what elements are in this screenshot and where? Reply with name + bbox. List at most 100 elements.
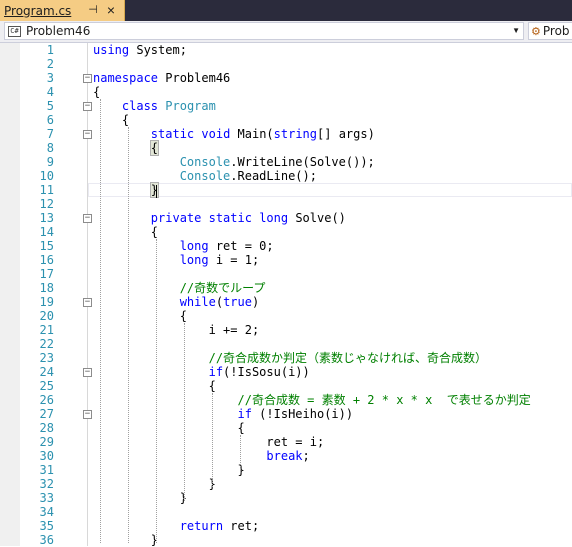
line-number: 21 bbox=[39, 323, 54, 337]
code-line[interactable]: 18 //奇数でループ bbox=[0, 281, 572, 295]
code-line[interactable]: 25 { bbox=[0, 379, 572, 393]
collapse-icon[interactable]: − bbox=[83, 130, 92, 139]
code-line[interactable]: 24 − if(!IsSosu(i)) bbox=[0, 365, 572, 379]
code-text[interactable]: { bbox=[93, 140, 160, 156]
collapse-icon[interactable]: − bbox=[83, 214, 92, 223]
collapse-icon[interactable]: − bbox=[83, 102, 92, 111]
code-text[interactable]: long ret = 0; bbox=[93, 239, 274, 253]
class-icon: ⚙ bbox=[531, 25, 541, 38]
line-number: 36 bbox=[39, 533, 54, 547]
indent-guide bbox=[156, 239, 157, 543]
line-number: 25 bbox=[39, 379, 54, 393]
code-line[interactable]: 34 bbox=[0, 505, 572, 519]
code-text[interactable]: Console.ReadLine(); bbox=[93, 169, 317, 183]
code-line[interactable]: 16 long i = 1; bbox=[0, 253, 572, 267]
code-text[interactable]: } bbox=[93, 533, 158, 547]
code-line[interactable]: 27 − if (!IsHeiho(i)) bbox=[0, 407, 572, 421]
code-line[interactable]: 1 using System; bbox=[0, 43, 572, 57]
code-line[interactable]: 2 bbox=[0, 57, 572, 71]
code-text[interactable]: { bbox=[93, 379, 216, 393]
code-line[interactable]: 30 break; bbox=[0, 449, 572, 463]
code-line[interactable]: 13 − private static long Solve() bbox=[0, 211, 572, 225]
code-line[interactable]: 3 − namespace Problem46 bbox=[0, 71, 572, 85]
code-line[interactable]: 20 { bbox=[0, 309, 572, 323]
code-line[interactable]: 6 { bbox=[0, 113, 572, 127]
code-line[interactable]: 31 } bbox=[0, 463, 572, 477]
code-line[interactable]: 14 { bbox=[0, 225, 572, 239]
code-text[interactable]: } bbox=[93, 477, 216, 491]
code-line[interactable]: 35 return ret; bbox=[0, 519, 572, 533]
code-line[interactable]: 36 } bbox=[0, 533, 572, 547]
line-number: 26 bbox=[39, 393, 54, 407]
code-line[interactable]: 9 Console.WriteLine(Solve()); bbox=[0, 155, 572, 169]
line-number: 27 bbox=[39, 407, 54, 421]
code-line[interactable]: 10 Console.ReadLine(); bbox=[0, 169, 572, 183]
code-line[interactable]: 32 } bbox=[0, 477, 572, 491]
chevron-down-icon[interactable]: ▼ bbox=[512, 26, 520, 35]
code-text[interactable]: break; bbox=[93, 449, 309, 463]
code-line[interactable]: 26 //奇合成数 = 素数 + 2 * x * x で表せるか判定 bbox=[0, 393, 572, 407]
code-text[interactable]: Console.WriteLine(Solve()); bbox=[93, 155, 375, 169]
project-dropdown[interactable]: C# Problem46 ▼ bbox=[4, 22, 524, 40]
code-text[interactable]: { bbox=[93, 85, 100, 99]
code-text[interactable]: namespace Problem46 bbox=[93, 71, 230, 85]
code-text[interactable]: static void Main(string[] args) bbox=[93, 127, 375, 141]
line-number: 34 bbox=[39, 505, 54, 519]
line-number: 12 bbox=[39, 197, 54, 211]
code-text[interactable]: } bbox=[93, 463, 244, 477]
code-line[interactable]: 12 bbox=[0, 197, 572, 211]
code-line[interactable]: 15 long ret = 0; bbox=[0, 239, 572, 253]
collapse-icon[interactable]: − bbox=[83, 298, 92, 307]
code-line[interactable]: 4{ bbox=[0, 85, 572, 99]
code-text[interactable]: { bbox=[93, 113, 129, 127]
code-line[interactable]: 28 { bbox=[0, 421, 572, 435]
line-number: 33 bbox=[39, 491, 54, 505]
line-number: 23 bbox=[39, 351, 54, 365]
code-text[interactable]: //奇合成数か判定（素数じゃなければ、奇合成数） bbox=[93, 351, 487, 365]
line-number: 18 bbox=[39, 281, 54, 295]
code-text[interactable]: private static long Solve() bbox=[93, 211, 346, 225]
code-text[interactable]: //奇数でループ bbox=[93, 281, 266, 295]
code-editor[interactable]: 1 using System; 2 3− namespace Problem46 4{5−… bbox=[0, 43, 572, 547]
type-dropdown-label: Prob bbox=[542, 24, 570, 38]
code-text[interactable]: if(!IsSosu(i)) bbox=[93, 365, 310, 379]
code-line[interactable]: 5 − class Program bbox=[0, 99, 572, 113]
code-text[interactable]: { bbox=[93, 309, 187, 323]
close-icon[interactable]: × bbox=[104, 2, 118, 18]
collapse-icon[interactable]: − bbox=[83, 74, 92, 83]
code-line[interactable]: 8 { bbox=[0, 140, 572, 156]
code-text[interactable]: } bbox=[93, 182, 160, 198]
code-line[interactable]: 21 i += 2; bbox=[0, 323, 572, 337]
line-number: 7 bbox=[46, 127, 54, 141]
code-text[interactable]: //奇合成数 = 素数 + 2 * x * x で表せるか判定 bbox=[93, 393, 531, 407]
code-text[interactable]: { bbox=[93, 225, 158, 239]
line-number: 31 bbox=[39, 463, 54, 477]
type-dropdown[interactable]: ⚙ Prob bbox=[528, 22, 572, 40]
project-dropdown-label: Problem46 bbox=[26, 24, 91, 38]
code-text[interactable]: return ret; bbox=[93, 519, 259, 533]
code-line[interactable]: 22 bbox=[0, 337, 572, 351]
pin-icon[interactable]: ⊣ bbox=[86, 2, 100, 18]
tab-title[interactable]: Program.cs bbox=[4, 4, 71, 18]
code-line[interactable]: 29 ret = i; bbox=[0, 435, 572, 449]
tab-program-cs[interactable]: Program.cs ⊣ × bbox=[0, 0, 125, 21]
code-line[interactable]: 11 } bbox=[0, 182, 572, 198]
code-text[interactable]: class Program bbox=[93, 99, 216, 113]
code-text[interactable]: i += 2; bbox=[93, 323, 260, 337]
code-line[interactable]: 19 − while(true) bbox=[0, 295, 572, 309]
code-text[interactable]: while(true) bbox=[93, 295, 260, 309]
collapse-icon[interactable]: − bbox=[83, 410, 92, 419]
line-number: 24 bbox=[39, 365, 54, 379]
line-number: 15 bbox=[39, 239, 54, 253]
code-line[interactable]: 33 } bbox=[0, 491, 572, 505]
code-text[interactable]: long i = 1; bbox=[93, 253, 259, 267]
code-line[interactable]: 7 − static void Main(string[] args) bbox=[0, 127, 572, 141]
code-text[interactable]: if (!IsHeiho(i)) bbox=[93, 407, 354, 421]
code-line[interactable]: 23 //奇合成数か判定（素数じゃなければ、奇合成数） bbox=[0, 351, 572, 365]
collapse-icon[interactable]: − bbox=[83, 368, 92, 377]
code-text[interactable]: } bbox=[93, 491, 187, 505]
line-number: 13 bbox=[39, 211, 54, 225]
code-text[interactable]: using System; bbox=[93, 43, 187, 57]
code-text[interactable]: { bbox=[93, 421, 244, 435]
code-line[interactable]: 17 bbox=[0, 267, 572, 281]
